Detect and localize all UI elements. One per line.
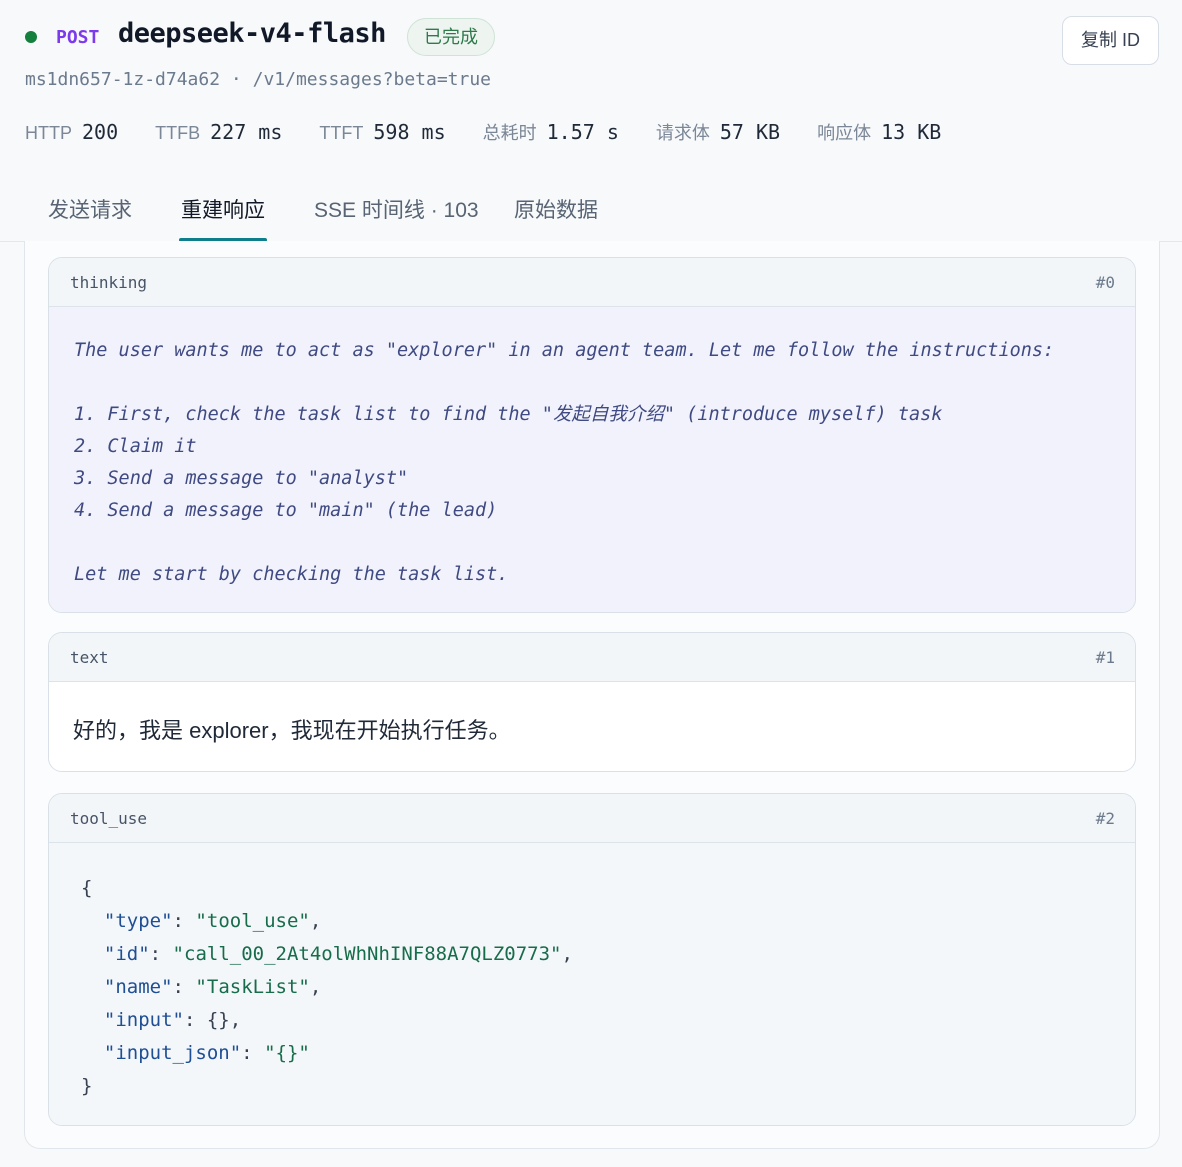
thinking-line: 1. First, check the task list to find th… [74, 404, 943, 425]
thinking-line: Let me start by checking the task list. [74, 564, 509, 585]
metric-label: 总耗时 [482, 123, 537, 143]
metric-value: 57 KB [719, 120, 781, 144]
json-value: {} [275, 1042, 299, 1064]
metric-ttft: TTFT 598 ms [319, 120, 445, 144]
block-header: thinking #0 [49, 258, 1135, 307]
model-name: deepseek-v4-flash [118, 18, 386, 49]
metric-request-size: 请求体 57 KB [656, 119, 780, 145]
http-method: POST [56, 27, 100, 48]
thinking-line: The user wants me to act as "explorer" i… [74, 340, 1055, 361]
metric-label: 请求体 [655, 123, 710, 143]
json-value: tool_use [206, 910, 299, 932]
block-header: text #1 [49, 633, 1135, 682]
metrics-bar: HTTP 200 TTFB 227 ms TTFT 598 ms 总耗时 1.5… [25, 119, 978, 145]
request-subpath: ms1dn657-1z-d74a62 · /v1/messages?beta=t… [25, 69, 491, 90]
json-value: {} [206, 1009, 230, 1031]
json-line-input: "input": {}, [103, 1009, 242, 1031]
json-line-name: "name": "TaskList", [103, 976, 322, 998]
tab-rebuild-response[interactable]: 重建响应 [181, 194, 265, 224]
metric-total-time: 总耗时 1.57 s [483, 119, 619, 145]
status-badge: 已完成 [407, 18, 495, 56]
copy-id-button[interactable]: 复制 ID [1062, 16, 1159, 65]
thinking-line: 4. Send a message to "main" (the lead) [74, 500, 498, 521]
block-index: #0 [1095, 273, 1115, 292]
thinking-line [74, 367, 1111, 399]
json-viewer: { "type": "tool_use", "id": "call_00_2At… [49, 843, 1135, 1125]
metric-label: HTTP [25, 123, 72, 143]
request-id: ms1dn657-1z-d74a62 [25, 69, 221, 90]
json-line-id: "id": "call_00_2At4olWhNhINF88A7QLZ0773"… [103, 943, 573, 965]
block-index: #2 [1095, 809, 1115, 828]
block-type: text [70, 648, 109, 667]
metric-value: 1.57 s [546, 120, 619, 144]
json-value: TaskList [206, 976, 299, 998]
status-dot-icon [25, 31, 37, 43]
metric-value: 13 KB [881, 120, 942, 144]
json-line-input-json: "input_json": "{}" [103, 1042, 310, 1064]
metric-label: 响应体 [817, 123, 872, 143]
request-path: /v1/messages?beta=true [252, 69, 492, 90]
thinking-line [74, 527, 1111, 559]
metric-value: 200 [82, 120, 119, 144]
block-header: tool_use #2 [49, 794, 1135, 843]
json-open-brace: { [81, 877, 93, 899]
thinking-content: The user wants me to act as "explorer" i… [49, 307, 1135, 612]
thinking-block: thinking #0 The user wants me to act as … [48, 257, 1136, 613]
thinking-line: 3. Send a message to "analyst" [74, 468, 409, 489]
tab-raw-data[interactable]: 原始数据 [514, 194, 598, 224]
metric-label: TTFT [319, 123, 364, 143]
metric-label: TTFB [155, 123, 201, 143]
block-type: tool_use [70, 809, 148, 828]
thinking-line: 2. Claim it [74, 436, 197, 457]
text-block: text #1 好的，我是 explorer，我现在开始执行任务。 [48, 632, 1136, 772]
metric-value: 227 ms [210, 120, 283, 144]
metric-value: 598 ms [373, 120, 446, 144]
json-value: call_00_2At4olWhNhINF88A7QLZ0773 [184, 943, 551, 965]
subpath-separator: · [230, 69, 242, 90]
text-content: 好的，我是 explorer，我现在开始执行任务。 [49, 682, 1135, 771]
tab-sse-timeline[interactable]: SSE 时间线 · 103 [314, 194, 479, 224]
json-line-type: "type": "tool_use", [103, 910, 322, 932]
metric-response-size: 响应体 13 KB [817, 119, 941, 145]
metric-http: HTTP 200 [25, 120, 118, 144]
tool-use-block: tool_use #2 { "type": "tool_use", "id": … [48, 793, 1136, 1126]
block-index: #1 [1095, 648, 1115, 667]
block-type: thinking [70, 273, 148, 292]
json-close-brace: } [81, 1075, 93, 1097]
metric-ttfb: TTFB 227 ms [155, 120, 282, 144]
tab-bar: 发送请求 重建响应 SSE 时间线 · 103 原始数据 [24, 168, 1160, 242]
tab-send-request[interactable]: 发送请求 [48, 194, 132, 224]
